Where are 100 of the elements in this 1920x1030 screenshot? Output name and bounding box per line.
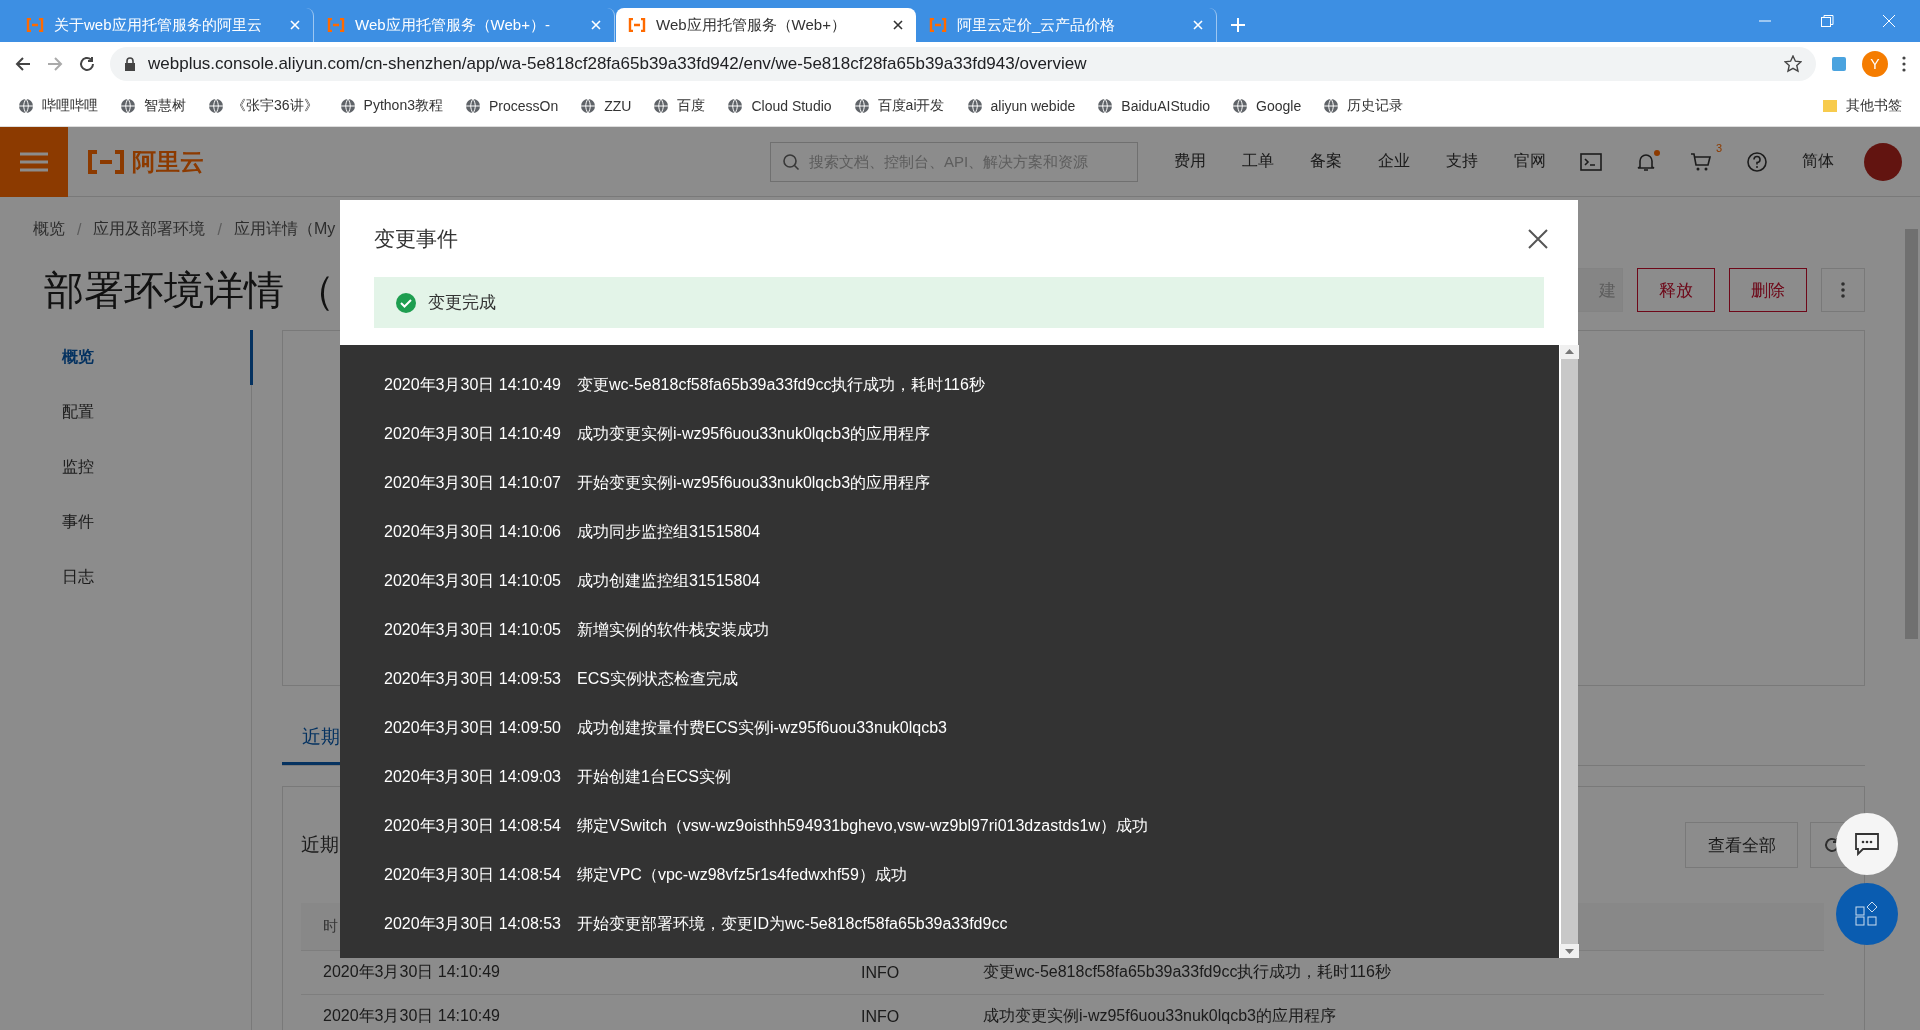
log-time: 2020年3月30日 14:08:54 [384, 816, 561, 836]
lock-icon [124, 56, 136, 71]
bookmark[interactable]: Python3教程 [339, 96, 443, 115]
restore-icon[interactable] [1819, 13, 1835, 29]
site-icon [464, 97, 481, 114]
site-icon [653, 97, 670, 114]
log-message: 成功同步监控组31515804 [577, 522, 761, 542]
search-icon [782, 152, 800, 171]
close-icon[interactable] [1528, 228, 1548, 249]
page-title: 部署环境详情 （ [44, 266, 336, 314]
side-nav-item[interactable]: 配置 [0, 385, 253, 440]
help-icon[interactable] [1746, 150, 1768, 173]
bookmark[interactable]: Google [1232, 97, 1302, 114]
log-message: 开始创建1台ECS实例 [577, 767, 731, 787]
log-message: 开始变更部署环境，变更ID为wc-5e818cf58fa65b39a33fd9cc [577, 914, 1008, 934]
back-icon[interactable] [14, 54, 32, 73]
breadcrumb-separator: / [217, 220, 222, 239]
apps-icon [1854, 901, 1880, 927]
bookmark[interactable]: 智慧树 [120, 96, 186, 115]
address-bar[interactable]: webplus.console.aliyun.com/cn-shenzhen/app/wa-5e818cf28fa65b39a33fd942/env/we-5e818cf28fa65b39a33fd943/overview [110, 46, 1816, 81]
log-time: 2020年3月30日 14:08:54 [384, 865, 561, 885]
nav-link[interactable]: 企业 [1378, 151, 1410, 172]
log-time: 2020年3月30日 14:10:06 [384, 522, 561, 542]
site-icon [1232, 97, 1249, 114]
folder-icon [1822, 98, 1838, 113]
new-tab-icon[interactable] [1230, 17, 1246, 33]
nav-link[interactable]: 工单 [1242, 151, 1274, 172]
cart-icon[interactable] [1690, 151, 1712, 172]
action-button[interactable]: 删除 [1729, 268, 1807, 312]
side-nav-item[interactable]: 监控 [0, 440, 253, 495]
side-nav-item[interactable]: 日志 [0, 550, 253, 605]
site-icon [1323, 97, 1340, 114]
cloud-logo-icon [86, 149, 126, 174]
site-icon [727, 97, 744, 114]
profile-avatar[interactable]: Y [1862, 50, 1888, 77]
log-time: 2020年3月30日 14:10:07 [384, 473, 561, 493]
card-title: 近期 [301, 833, 339, 857]
site-icon [120, 97, 136, 114]
log-message: ECS实例状态检查完成 [577, 669, 738, 689]
table-cell-text: 成功变更实例i-wz95f6uou33nuk0lqcb3的应用程序 [983, 1006, 1336, 1026]
language-link[interactable]: 简体 [1802, 151, 1834, 172]
site-icon [1097, 97, 1114, 114]
bookmark[interactable]: aliyun webide [966, 97, 1076, 114]
table-cell-text: 2020年3月30日 14:10:49 [323, 962, 501, 982]
bookmark[interactable]: BaiduAIStudio [1097, 97, 1211, 114]
breadcrumb-link[interactable]: 应用详情（My [233, 219, 336, 240]
extension-icon[interactable] [1830, 54, 1848, 73]
reload-icon[interactable] [78, 54, 96, 73]
star-icon[interactable] [1784, 54, 1802, 73]
cloud-logo-icon [327, 18, 345, 32]
site-icon [208, 97, 224, 114]
side-nav-item[interactable]: 事件 [0, 495, 253, 550]
log-message: 成功创建按量付费ECS实例i-wz95f6uou33nuk0lqcb3 [577, 718, 947, 738]
log-message: 成功创建监控组31515804 [577, 571, 761, 591]
menu-button[interactable] [0, 127, 68, 197]
bookmark[interactable]: 百度ai开发 [853, 96, 945, 115]
scrollbar[interactable] [1559, 345, 1578, 958]
nav-link[interactable]: 官网 [1514, 151, 1546, 172]
log-message: 变更wc-5e818cf58fa65b39a33fd9cc执行成功，耗时116秒 [577, 375, 985, 395]
column-header: 时 [323, 917, 338, 936]
log-time: 2020年3月30日 14:09:03 [384, 767, 561, 787]
terminal-icon[interactable] [1580, 152, 1602, 171]
forward-icon[interactable] [46, 54, 64, 73]
breadcrumb-link[interactable]: 应用及部署环境 [93, 219, 206, 240]
log-time: 2020年3月30日 14:10:49 [384, 375, 561, 395]
bookmark[interactable]: ZZU [580, 97, 632, 114]
nav-link[interactable]: 支持 [1446, 151, 1478, 172]
log-time: 2020年3月30日 14:09:53 [384, 669, 561, 689]
bell-icon[interactable] [1636, 151, 1656, 172]
action-button[interactable]: 释放 [1637, 268, 1715, 312]
site-icon [339, 97, 356, 114]
bookmark[interactable]: 其他书签 [1822, 96, 1902, 115]
scroll-down-icon[interactable] [1560, 944, 1579, 958]
bookmark[interactable]: 哔哩哔哩 [18, 96, 98, 115]
scroll-up-icon[interactable] [1560, 345, 1579, 359]
notification-dot [1654, 149, 1660, 156]
user-avatar[interactable] [1864, 142, 1902, 181]
log-time: 2020年3月30日 14:10:49 [384, 424, 561, 444]
breadcrumb-link[interactable]: 概览 [33, 219, 65, 240]
site-icon [853, 97, 870, 114]
nav-link[interactable]: 备案 [1310, 151, 1342, 172]
log-time: 2020年3月30日 14:08:53 [384, 914, 561, 934]
view-all-button[interactable]: 查看全部 [1685, 822, 1798, 868]
log-message: 开始变更实例i-wz95f6uou33nuk0lqcb3的应用程序 [577, 473, 931, 493]
bookmark[interactable]: ProcessOn [464, 97, 559, 114]
site-icon [966, 97, 983, 114]
site-icon [18, 97, 34, 114]
browser-tab[interactable]: Web应用托管服务（Web+） [616, 8, 916, 42]
bookmark[interactable]: Cloud Studio [727, 97, 832, 114]
chat-icon [1854, 832, 1880, 856]
bookmark[interactable]: 百度 [653, 96, 706, 115]
close-icon[interactable] [892, 19, 904, 31]
nav-link[interactable]: 费用 [1174, 151, 1206, 172]
more-icon[interactable] [1902, 55, 1906, 72]
log-message: 新增实例的软件栈安装成功 [577, 620, 769, 640]
side-nav-item[interactable]: 概览 [0, 330, 253, 385]
bookmark[interactable]: 历史记录 [1323, 96, 1404, 115]
bookmark[interactable]: 《张宇36讲》 [208, 96, 318, 115]
more-icon [1841, 282, 1845, 298]
table-cell-text: 变更wc-5e818cf58fa65b39a33fd9cc执行成功，耗时116秒 [983, 962, 1391, 982]
